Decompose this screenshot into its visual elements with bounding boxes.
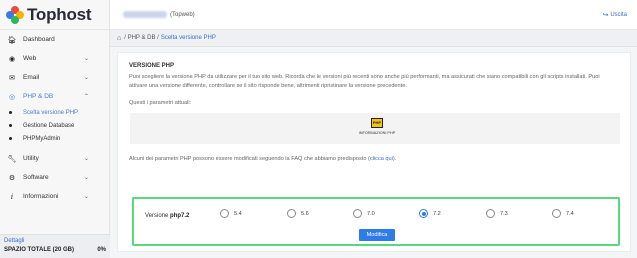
details-link[interactable]: Dettagli xyxy=(4,238,106,244)
radio-label: 7.3 xyxy=(500,210,508,217)
radio-option-7-2[interactable]: 7.2 xyxy=(419,209,441,218)
sidebar-item-label: Dashboard xyxy=(23,36,55,43)
chevron-up-icon: ⌃ xyxy=(83,94,89,100)
sidebar-item-dashboard[interactable]: 🏠︎ Dashboard xyxy=(0,30,109,49)
sidebar-item-informazioni[interactable]: i Informazioni ⌄ xyxy=(0,187,109,206)
sidebar-item-php-db[interactable]: ◎ PHP & DB ⌃ xyxy=(0,87,109,106)
sidebar-subitem-php-version[interactable]: Scelta versione PHP xyxy=(0,106,109,119)
version-label-text: Versione xyxy=(145,213,169,219)
globe-icon: ◉ xyxy=(8,55,16,63)
topbar: (Topweb) ↪ Uscita xyxy=(110,0,637,30)
logout-label: Uscita xyxy=(610,11,627,18)
storage-row: SPAZIO TOTALE (20 GB) 0% xyxy=(4,247,106,253)
php-info-panel: PHP INFORMAZIONI PHP xyxy=(130,113,620,144)
sidebar-submenu: Scelta versione PHP Gestione Database PH… xyxy=(0,106,109,145)
sidebar-item-label: PHP & DB xyxy=(23,93,54,100)
radio-option-7-3[interactable]: 7.3 xyxy=(486,209,508,218)
sidebar-subitem-label: Gestione Database xyxy=(23,122,75,129)
sidebar-subitem-label: Scelta versione PHP xyxy=(23,109,79,116)
bullet-icon xyxy=(9,124,12,127)
account-suffix: (Topweb) xyxy=(170,11,195,18)
chevron-down-icon: ⌄ xyxy=(83,56,89,62)
radio-option-5-4[interactable]: 5.4 xyxy=(220,209,242,218)
breadcrumb-current: Scelta versione PHP xyxy=(160,35,216,41)
sidebar: Tophost 🏠︎ Dashboard ◉ Web ⌄ ✉ Email ⌄ ◎… xyxy=(0,0,110,258)
sidebar-item-label: Email xyxy=(23,74,40,81)
php-info-tile[interactable]: PHP INFORMAZIONI PHP xyxy=(352,118,402,135)
wrench-icon: 🔧︎ xyxy=(7,155,17,163)
storage-label: SPAZIO TOTALE (20 GB) xyxy=(4,247,75,253)
sidebar-subitem-label: PHPMyAdmin xyxy=(23,135,61,142)
home-icon[interactable]: ⌂ xyxy=(117,35,121,42)
radio-icon[interactable] xyxy=(353,209,362,218)
faq-text-end: ). xyxy=(392,156,397,162)
home-icon: 🏠︎ xyxy=(7,36,17,44)
logo-text: Tophost xyxy=(27,4,92,24)
info-icon: i xyxy=(10,192,14,201)
modifica-button[interactable]: Modifica xyxy=(359,229,395,241)
sidebar-item-label: Software xyxy=(23,174,49,181)
current-version: php7.2 xyxy=(170,213,190,219)
faq-text-body: Alcuni dei parametri PHP possono essere … xyxy=(129,156,370,162)
sidebar-subitem-database[interactable]: Gestione Database xyxy=(0,119,109,132)
radio-label: 5.6 xyxy=(301,210,309,217)
chevron-down-icon: ⌄ xyxy=(83,75,89,81)
version-label: Versione php7.2 xyxy=(145,213,189,219)
radio-icon[interactable] xyxy=(287,209,296,218)
logout-button[interactable]: ↪ Uscita xyxy=(602,11,627,19)
account-name-redacted xyxy=(123,11,167,18)
chevron-down-icon: ⌄ xyxy=(83,175,89,181)
version-form: Versione php7.2 5.4 5.6 7.0 7.2 7.3 7.4 … xyxy=(132,197,620,246)
breadcrumb: ⌂ / PHP & DB / Scelta versione PHP xyxy=(110,30,637,47)
app: Tophost 🏠︎ Dashboard ◉ Web ⌄ ✉ Email ⌄ ◎… xyxy=(0,0,637,258)
sidebar-item-label: Utility xyxy=(23,155,39,162)
faq-text: Alcuni dei parametri PHP possono essere … xyxy=(129,156,396,162)
radio-label: 7.2 xyxy=(433,210,441,217)
gear-icon: ⚙ xyxy=(8,174,16,182)
php-file-icon: PHP xyxy=(371,118,383,128)
params-label: Questi i parametri attuali: xyxy=(129,100,192,106)
radio-label: 5.4 xyxy=(234,210,242,217)
radio-option-5-6[interactable]: 5.6 xyxy=(287,209,309,218)
storage-value: 0% xyxy=(97,247,106,253)
sidebar-item-label: Web xyxy=(23,55,37,62)
radio-icon[interactable] xyxy=(486,209,495,218)
sidebar-item-email[interactable]: ✉ Email ⌄ xyxy=(0,68,109,87)
php-icon: ◎ xyxy=(8,93,16,101)
radio-label: 7.4 xyxy=(566,210,574,217)
breadcrumb-section[interactable]: / PHP & DB / xyxy=(124,35,159,41)
sidebar-nav-lower: 🔧︎ Utility ⌄ ⚙ Software ⌄ i Informazioni… xyxy=(0,149,109,206)
sidebar-item-software[interactable]: ⚙ Software ⌄ xyxy=(0,168,109,187)
radio-option-7-0[interactable]: 7.0 xyxy=(353,209,375,218)
page-title: VERSIONE PHP xyxy=(129,63,175,69)
radio-selected-icon[interactable] xyxy=(419,209,428,218)
php-info-label: INFORMAZIONI PHP xyxy=(358,131,396,135)
radio-option-7-4[interactable]: 7.4 xyxy=(552,209,574,218)
description: Puoi scegliere la versione PHP da utiliz… xyxy=(129,74,600,89)
faq-link[interactable]: clicca qui xyxy=(370,156,393,162)
logo-icon xyxy=(6,5,24,24)
bullet-icon xyxy=(9,111,12,114)
radio-icon[interactable] xyxy=(552,209,561,218)
sidebar-item-utility[interactable]: 🔧︎ Utility ⌄ xyxy=(0,149,109,168)
sidebar-item-web[interactable]: ◉ Web ⌄ xyxy=(0,49,109,68)
main-card: VERSIONE PHP Puoi scegliere la versione … xyxy=(117,52,631,252)
logo[interactable]: Tophost xyxy=(0,0,109,30)
storage-footer: Dettagli SPAZIO TOTALE (20 GB) 0% xyxy=(0,234,110,258)
logout-icon: ↪ xyxy=(602,11,609,19)
radio-label: 7.0 xyxy=(367,210,375,217)
mail-icon: ✉ xyxy=(9,74,15,82)
bullet-icon xyxy=(9,137,12,140)
sidebar-item-label: Informazioni xyxy=(23,193,59,200)
sidebar-nav: 🏠︎ Dashboard ◉ Web ⌄ ✉ Email ⌄ ◎ PHP & D… xyxy=(0,30,109,106)
chevron-down-icon: ⌄ xyxy=(83,194,89,200)
chevron-down-icon: ⌄ xyxy=(83,156,89,162)
radio-icon[interactable] xyxy=(220,209,229,218)
sidebar-subitem-phpmyadmin[interactable]: PHPMyAdmin xyxy=(0,132,109,145)
